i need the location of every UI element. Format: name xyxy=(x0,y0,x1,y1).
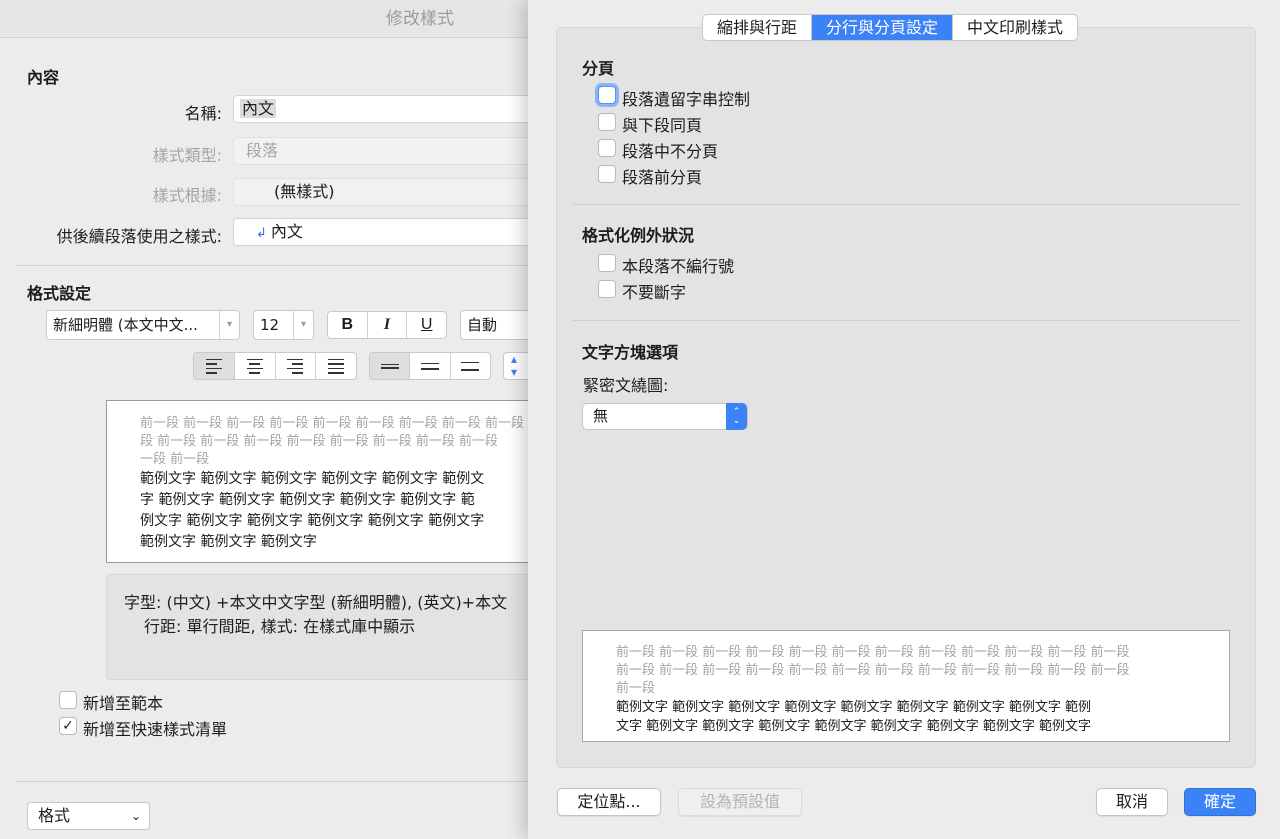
page-break-before-label: 段落前分頁 xyxy=(622,168,703,187)
align-left-button[interactable] xyxy=(194,353,235,379)
set-as-default-button[interactable]: 設為預設值 xyxy=(678,788,802,816)
keep-with-next-checkbox[interactable] xyxy=(598,113,616,131)
tab-asian-typography[interactable]: 中文印刷樣式 xyxy=(953,15,1077,40)
preview-prev-line: 一段 前一段 xyxy=(140,452,210,467)
dialog-title: 修改樣式 xyxy=(0,0,540,38)
single-spacing-button[interactable] xyxy=(370,353,411,379)
align-right-icon xyxy=(287,358,304,374)
font-style-buttons: B I U xyxy=(327,311,447,339)
keep-with-next-label: 與下段同頁 xyxy=(622,116,703,135)
tab-line-page-breaks[interactable]: 分行與分頁設定 xyxy=(812,15,954,40)
add-to-quick-styles-label: 新增至快速樣式清單 xyxy=(83,720,228,739)
double-spacing-button[interactable] xyxy=(451,353,490,379)
alignment-buttons xyxy=(193,352,357,380)
page-break-before-checkbox[interactable] xyxy=(598,165,616,183)
add-to-template-checkbox[interactable] xyxy=(59,691,77,709)
font-name-combo[interactable]: 新細明體 (本文中文... ▾ xyxy=(46,310,240,340)
tight-wrap-value: 無 xyxy=(593,407,609,425)
tab-indents-spacing[interactable]: 縮排與行距 xyxy=(703,15,813,40)
name-value: 內文 xyxy=(240,99,277,118)
underline-button[interactable]: U xyxy=(407,312,446,338)
align-center-button[interactable] xyxy=(235,353,276,379)
paragraph-return-icon: ↲ xyxy=(256,226,267,241)
format-menu-label: 格式 xyxy=(38,806,71,825)
modify-style-dialog: 修改樣式 內容 名稱: 內文 樣式類型: 段落 樣式根據: (無樣式) 供後續段… xyxy=(0,0,543,839)
divider xyxy=(572,320,1240,321)
preview-prev-line: 段 前一段 前一段 前一段 前一段 前一段 前一段 前一段 前一段 xyxy=(140,434,499,449)
based-on-label: 樣式根據: xyxy=(152,186,222,205)
divider xyxy=(16,265,540,266)
line-spacing-buttons xyxy=(369,352,491,380)
tight-wrap-label: 緊密文繞圖: xyxy=(583,376,669,395)
add-to-quick-styles-checkbox[interactable]: ✓ xyxy=(59,717,77,735)
align-center-icon xyxy=(246,358,263,374)
style-preview: 前一段 前一段 前一段 前一段 前一段 前一段 前一段 前一段 前一段 段 前一… xyxy=(106,400,540,563)
widow-control-label: 段落遺留字串控制 xyxy=(622,90,751,109)
based-on-select[interactable]: (無樣式) xyxy=(233,178,543,206)
font-name-value: 新細明體 (本文中文... xyxy=(53,316,198,334)
next-style-select[interactable]: ↲ 內文 xyxy=(233,218,543,246)
suppress-line-numbers-checkbox[interactable] xyxy=(598,254,616,272)
preview-prev-line: 前一段 xyxy=(616,681,656,696)
tight-wrap-select[interactable]: 無 ⌃ ⌄ xyxy=(582,403,748,430)
widow-control-checkbox[interactable] xyxy=(598,86,616,104)
preview-prev-line: 前一段 前一段 前一段 前一段 前一段 前一段 前一段 前一段 前一段 xyxy=(140,416,525,431)
divider xyxy=(572,204,1240,205)
dont-hyphenate-label: 不要斷字 xyxy=(622,283,687,302)
format-menu-button[interactable]: 格式 ⌄ xyxy=(27,802,150,830)
keep-lines-together-label: 段落中不分頁 xyxy=(622,142,719,161)
justify-icon xyxy=(328,358,345,374)
style-description: 字型: (中文) +本文中文字型 (新細明體), (英文)+本文 行距: 單行間… xyxy=(106,574,540,680)
preview-sample-line: 文字 範例文字 範例文字 範例文字 範例文字 範例文字 範例文字 範例文字 範例… xyxy=(616,719,1092,734)
double-spacing-icon xyxy=(461,361,480,371)
preview-sample-line: 範例文字 範例文字 範例文字 xyxy=(140,534,317,550)
preview-sample-line: 範例文字 範例文字 範例文字 範例文字 範例文字 範例文字 範例文字 範例文字 … xyxy=(616,700,1092,715)
font-color-value: 自動 xyxy=(467,316,498,334)
divider xyxy=(16,781,540,782)
textbox-heading: 文字方塊選項 xyxy=(582,343,679,362)
align-right-button[interactable] xyxy=(276,353,317,379)
chevron-down-icon: ⌄ xyxy=(130,809,141,823)
paragraph-preview: 前一段 前一段 前一段 前一段 前一段 前一段 前一段 前一段 前一段 前一段 … xyxy=(582,630,1230,742)
content-section-title: 內容 xyxy=(27,68,60,87)
single-spacing-icon xyxy=(380,363,399,369)
description-line: 字型: (中文) +本文中文字型 (新細明體), (英文)+本文 xyxy=(124,593,508,612)
pagination-heading: 分頁 xyxy=(582,59,615,78)
next-style-label: 供後續段落使用之樣式: xyxy=(56,227,222,246)
select-stepper-icon: ⌃ ⌄ xyxy=(726,403,747,430)
preview-sample-line: 範例文字 範例文字 範例文字 範例文字 範例文字 範例文 xyxy=(140,471,485,487)
justify-button[interactable] xyxy=(316,353,356,379)
one-half-spacing-button[interactable] xyxy=(410,353,451,379)
tabs-button[interactable]: 定位點... xyxy=(557,788,661,816)
one-half-spacing-icon xyxy=(420,362,439,370)
preview-sample-line: 字 範例文字 範例文字 範例文字 範例文字 範例文字 範 xyxy=(140,492,475,508)
font-size-value: 12 xyxy=(260,316,280,334)
preview-prev-line: 前一段 前一段 前一段 前一段 前一段 前一段 前一段 前一段 前一段 前一段 … xyxy=(616,663,1130,678)
name-field[interactable]: 內文 xyxy=(233,95,543,123)
description-line: 行距: 單行間距, 樣式: 在樣式庫中顯示 xyxy=(144,617,416,636)
suppress-line-numbers-label: 本段落不編行號 xyxy=(622,257,735,276)
preview-sample-line: 例文字 範例文字 範例文字 範例文字 範例文字 範例文字 xyxy=(140,513,485,529)
align-left-icon xyxy=(205,358,222,374)
style-type-select[interactable]: 段落 xyxy=(233,137,543,165)
font-size-combo[interactable]: 12 ▾ xyxy=(253,310,314,340)
next-style-value: 內文 xyxy=(270,222,303,241)
keep-lines-together-checkbox[interactable] xyxy=(598,139,616,157)
bold-button[interactable]: B xyxy=(328,312,368,338)
chevron-down-icon[interactable]: ▾ xyxy=(293,311,313,339)
add-to-template-label: 新增至範本 xyxy=(83,694,164,713)
format-section-title: 格式設定 xyxy=(27,284,92,303)
dont-hyphenate-checkbox[interactable] xyxy=(598,280,616,298)
name-label: 名稱: xyxy=(184,104,222,123)
tab-bar: 縮排與行距 分行與分頁設定 中文印刷樣式 xyxy=(702,14,1079,41)
exceptions-heading: 格式化例外狀況 xyxy=(582,226,695,245)
cancel-button[interactable]: 取消 xyxy=(1096,788,1168,816)
italic-button[interactable]: I xyxy=(368,312,408,338)
preview-prev-line: 前一段 前一段 前一段 前一段 前一段 前一段 前一段 前一段 前一段 前一段 … xyxy=(616,645,1130,660)
ok-button[interactable]: 確定 xyxy=(1184,788,1256,816)
chevron-down-icon[interactable]: ▾ xyxy=(219,311,239,339)
style-type-label: 樣式類型: xyxy=(152,146,222,165)
